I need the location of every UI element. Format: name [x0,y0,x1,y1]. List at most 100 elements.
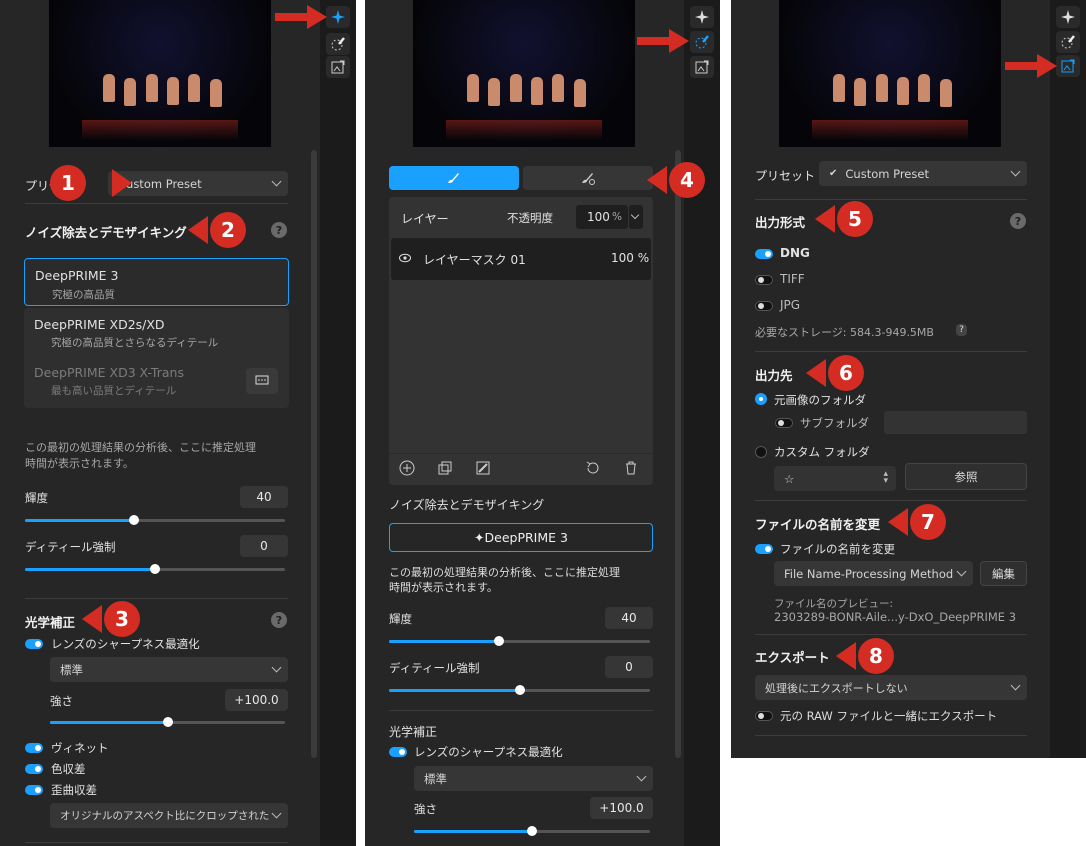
subfolder-toggle[interactable] [775,418,793,428]
tool-strip [320,0,356,846]
rename-pattern-dropdown[interactable]: File Name-Processing Method [774,561,973,586]
callout-3: 3 [82,601,140,637]
deepprime-button[interactable]: ✦DeepPRIME 3 [389,523,653,552]
scrollbar[interactable] [311,150,317,758]
dng-toggle[interactable] [755,249,773,259]
strength-slider[interactable] [50,717,285,727]
subfolder-input[interactable] [884,411,1027,434]
browse-button[interactable]: 参照 [905,463,1027,490]
rename-toggle[interactable] [755,544,773,554]
lens-mode-dropdown[interactable]: 標準 [414,766,653,791]
chromatic-label: 色収差 [51,762,86,776]
photo-preview [49,0,271,147]
custom-folder-radio[interactable] [755,446,767,458]
ai-wand-tool[interactable] [690,6,714,28]
lens-sharpness-toggle[interactable] [389,747,407,757]
model-deepprime3[interactable]: DeepPRIME 3 究極の高品質 [24,258,289,306]
storage-help[interactable]: ? [956,324,967,336]
mask-edit-icon[interactable] [475,460,491,476]
vignette-label: ヴィネット [51,741,109,755]
strength-value[interactable]: +100.0 [225,689,288,711]
ai-wand-tool[interactable] [1056,6,1080,28]
layer-mask-row[interactable]: レイヤーマスク 01 100 % [391,238,651,280]
opacity-input[interactable]: 100 % [576,205,628,229]
detail-label: ディティール強制 [389,661,480,675]
crop-value: オリジナルのアスペクト比にクロップされた [60,810,270,822]
model-desc: 最も高い品質とディテール [51,385,177,397]
local-adjust-tool[interactable] [1056,31,1080,53]
detail-value[interactable]: 0 [240,535,288,557]
model-desc: 究極の高品質とさらなるディテール [51,337,219,349]
export-tool[interactable] [690,56,714,78]
luminance-label: 輝度 [389,612,412,626]
model-desc: 究極の高品質 [52,289,115,301]
optics-title: 光学補正 [25,615,76,630]
red-arrow-indicator [637,29,689,53]
custom-folder-select[interactable]: ☆ ▴ ▾ [774,466,896,491]
chromatic-toggle[interactable] [25,764,43,774]
opacity-value: 100 [587,210,610,224]
preset-dropdown[interactable]: Custom Preset [108,171,288,196]
luminance-slider[interactable] [389,636,650,646]
check-icon: ✔ [829,168,838,179]
lens-sharpness-toggle[interactable] [25,639,43,649]
detail-slider[interactable] [25,564,285,574]
lens-sharpness-label: レンズのシャープネス最適化 [414,745,563,759]
tiff-label: TIFF [780,272,805,286]
help-icon[interactable]: ? [271,612,287,628]
jpg-toggle[interactable] [755,301,773,311]
callout-5: 5 [815,201,873,237]
lens-sharpness-label: レンズのシャープネス最適化 [51,637,200,651]
luminance-value[interactable]: 40 [240,486,288,508]
photo-preview [779,0,1001,147]
ai-wand-tool[interactable] [326,6,350,28]
noise-section-title: ノイズ除去とデモザイキング [25,225,187,240]
vignette-toggle[interactable] [25,743,43,753]
lens-mode-value: 標準 [60,662,83,677]
lens-mode-dropdown[interactable]: 標準 [50,657,288,682]
mask-name: レイヤーマスク 01 [423,253,526,267]
layers-panel: レイヤー 不透明度 100 % レイヤーマスク 01 100 % [389,197,653,485]
export-tool[interactable] [326,56,350,78]
export-tool[interactable] [1056,55,1080,77]
sparkle-wand-icon [1061,10,1075,24]
edit-button[interactable]: 編集 [980,561,1027,586]
raw-export-toggle[interactable] [755,711,773,721]
strength-value[interactable]: +100.0 [590,797,653,819]
raw-export-label: 元の RAW ファイルと一緒にエクスポート [780,709,998,723]
model-name: DeepPRIME XD2s/XD [34,317,165,332]
help-icon[interactable]: ? [1010,213,1026,229]
preset-dropdown[interactable]: ✔ Custom Preset [819,161,1027,186]
preview-value: 2303289-BONR-Aile...y-DxO_DeepPRIME 3 [774,610,1017,624]
estimate-text: この最初の処理結果の分析後、ここに推定処理 時間が表示されます。 [25,441,256,470]
duplicate-layer-icon[interactable] [437,460,453,476]
opacity-dropdown[interactable] [629,205,643,229]
lens-mode-value: 標準 [424,771,447,786]
jpg-label: JPG [780,298,801,312]
luminance-slider[interactable] [25,515,285,525]
tiff-toggle[interactable] [755,275,773,285]
luminance-value[interactable]: 40 [605,607,653,629]
add-layer-icon[interactable] [399,460,415,476]
reset-icon[interactable] [585,460,601,476]
crop-dropdown[interactable]: オリジナルのアスペクト比にクロップされた [50,803,288,828]
trash-icon[interactable] [623,460,639,476]
strength-slider[interactable] [414,826,650,836]
distortion-toggle[interactable] [25,785,43,795]
local-adjust-tool[interactable] [326,33,350,55]
scrollbar[interactable] [675,150,681,758]
detail-slider[interactable] [389,685,650,695]
brush-icon [448,173,459,183]
eye-icon[interactable] [399,253,411,263]
tab-brush[interactable] [389,166,519,190]
export-option-dropdown[interactable]: 処理後にエクスポートしない [755,675,1027,700]
original-folder-radio[interactable] [755,393,767,405]
feedback-button[interactable] [246,368,278,394]
local-adjust-tool[interactable] [690,31,714,53]
callout-number: 2 [210,212,246,248]
panel-noise-reduction: プリセット Custom Preset ノイズ除去とデモザイキング ? Deep… [0,0,356,846]
help-icon[interactable]: ? [271,222,287,238]
detail-value[interactable]: 0 [605,656,653,678]
tab-eraser[interactable] [523,166,653,190]
callout-6: 6 [806,355,864,391]
